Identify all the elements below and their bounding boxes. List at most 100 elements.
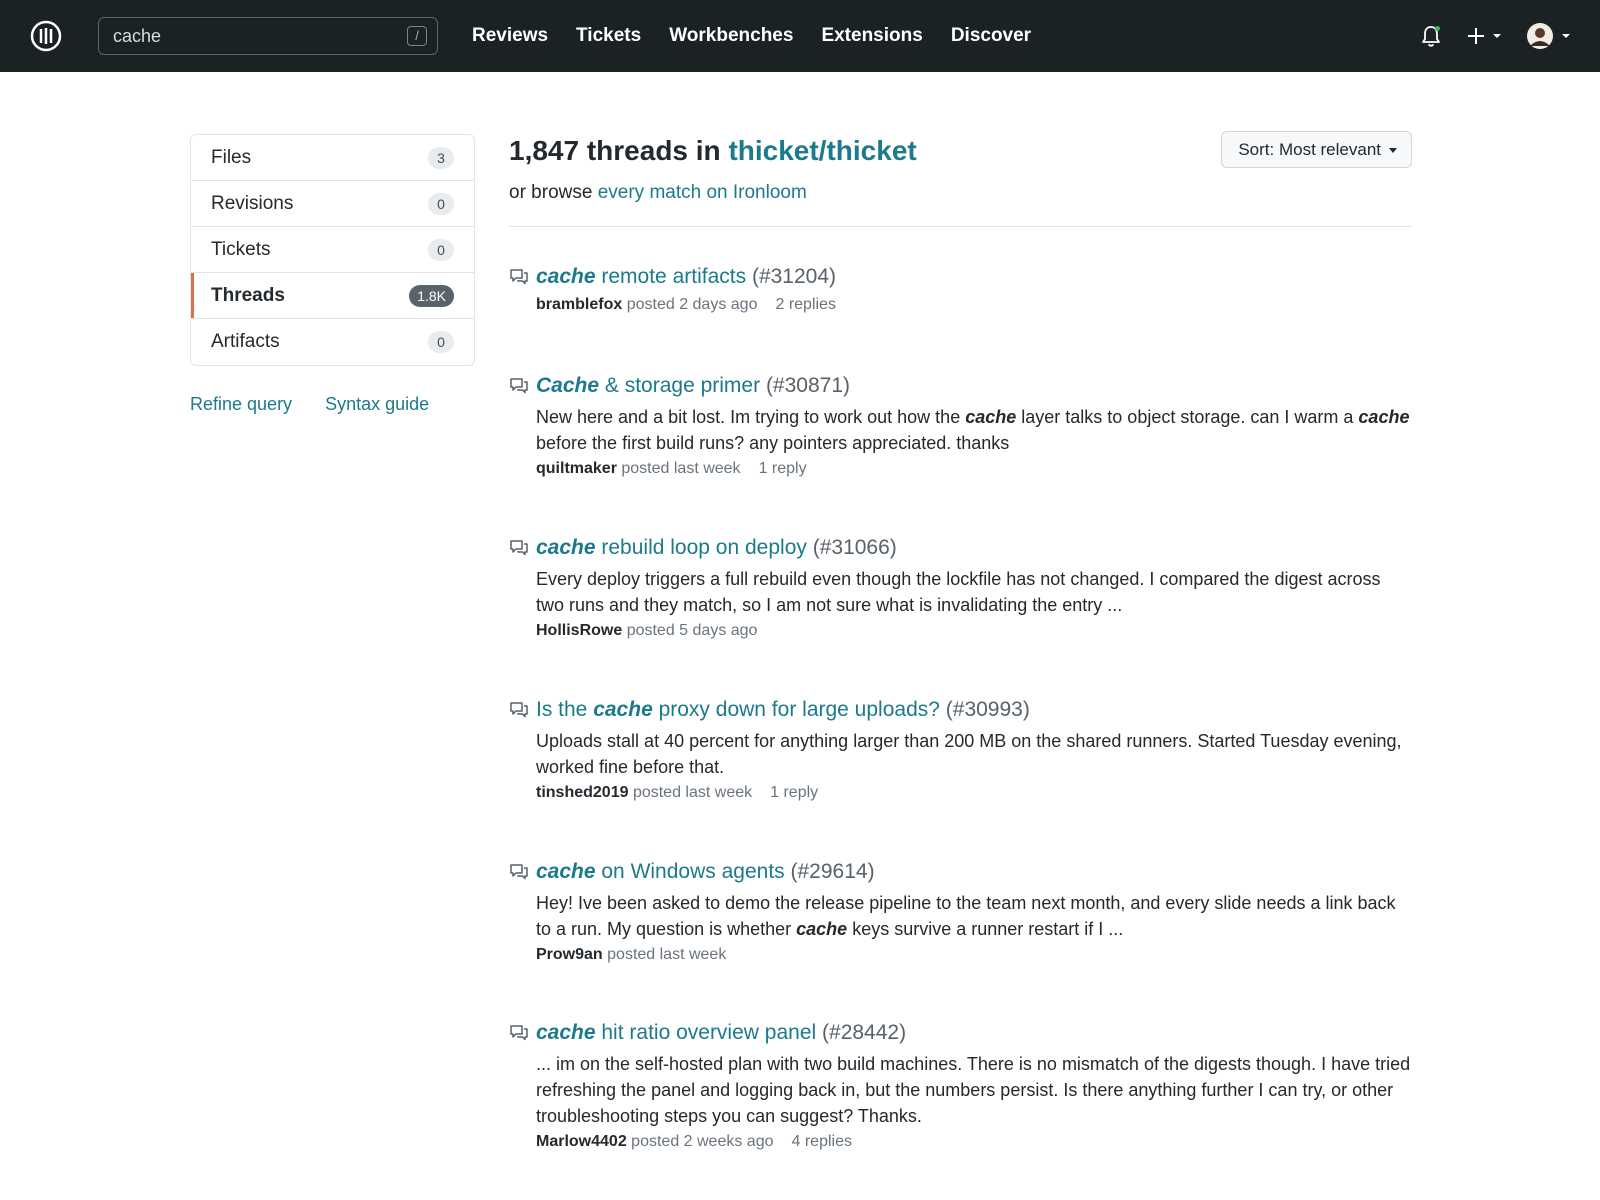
sidebar-item-label: Files (211, 146, 252, 168)
create-new-plus-icon[interactable] (1466, 24, 1506, 48)
posted-time: posted last week (621, 460, 741, 477)
author-link[interactable]: Marlow4402 (536, 1133, 627, 1150)
author-link[interactable]: Prow9an (536, 946, 603, 963)
notifications-bell-icon[interactable] (1420, 24, 1442, 48)
thread-title-link[interactable]: cache rebuild loop on deploy (536, 536, 807, 559)
user-avatar[interactable] (1526, 22, 1574, 50)
top-navbar: / Reviews Tickets Workbenches Extensions… (0, 0, 1600, 72)
nav-extensions[interactable]: Extensions (821, 25, 922, 47)
reply-count: 2 replies (775, 296, 836, 313)
thread-snippet: Uploads stall at 40 percent for anything… (536, 728, 1412, 780)
results-header: 1,847 threads in thicket/thicket or brow… (509, 131, 1412, 227)
thread-title-link[interactable]: cache on Windows agents (536, 860, 785, 883)
posted-time: posted last week (632, 784, 753, 801)
search-term-highlight: cache (796, 919, 848, 939)
snippet-text: Every deploy triggers a full rebuild eve… (536, 569, 1381, 615)
thread-meta: tinshed2019 posted last week 1 reply (536, 784, 1412, 802)
thread-number: (#31066) (812, 536, 897, 559)
thread-number: (#30871) (765, 374, 850, 397)
search-term-highlight: cache (965, 407, 1017, 427)
thread-number: (#31204) (751, 265, 837, 288)
sidebar-item-files[interactable]: Files 3 (191, 135, 474, 181)
browse-all-link[interactable]: every match on Ironloom (598, 182, 807, 203)
search-term-highlight: cache (536, 860, 596, 883)
search-input[interactable] (113, 18, 393, 54)
nav-discover[interactable]: Discover (951, 25, 1031, 47)
discussion-icon (509, 1024, 529, 1042)
nav-tickets[interactable]: Tickets (576, 25, 641, 47)
discussion-icon (509, 539, 529, 557)
thread-snippet: Hey! Ive been asked to demo the release … (536, 890, 1412, 942)
search-term-highlight: cache (593, 698, 653, 721)
count-badge: 1.8K (409, 285, 454, 307)
reply-count: 1 reply (758, 460, 807, 477)
search-box[interactable]: / (98, 17, 438, 55)
sort-label: Sort: Most relevant (1238, 140, 1381, 159)
thread-title: Is the cache proxy down for large upload… (536, 695, 1412, 725)
repo-link[interactable]: thicket/thicket (728, 135, 916, 166)
snippet-text: New here and a bit lost. Im trying to wo… (536, 407, 966, 427)
sort-dropdown[interactable]: Sort: Most relevant (1221, 131, 1412, 168)
search-term-highlight: cache (536, 265, 596, 288)
thread-result: Cache & storage primer (#30871) New here … (509, 371, 1412, 478)
browse-line: or browse every match on Ironloom (509, 182, 1412, 204)
author-link[interactable]: quiltmaker (536, 460, 617, 477)
thread-title-link[interactable]: Is the cache proxy down for large upload… (536, 698, 940, 721)
thread-snippet: New here and a bit lost. Im trying to wo… (536, 404, 1412, 456)
thread-title: cache on Windows agents (#29614) (536, 857, 1412, 887)
search-term-highlight: cache (1358, 407, 1410, 427)
thread-title-link[interactable]: cache hit ratio overview panel (536, 1021, 816, 1044)
sidebar-item-tickets[interactable]: Tickets 0 (191, 227, 474, 273)
thread-title: cache rebuild loop on deploy (#31066) (536, 533, 1412, 563)
reply-count: 1 reply (770, 784, 819, 801)
thread-meta: bramblefox posted 2 days ago 2 replies (536, 296, 1412, 314)
nav-workbenches[interactable]: Workbenches (669, 25, 793, 47)
title-text: & storage primer (599, 374, 761, 397)
thread-title-link[interactable]: Cache & storage primer (536, 374, 760, 397)
thread-number: (#28442) (822, 1021, 907, 1044)
title-text: Is the (536, 698, 594, 721)
title-text: on Windows agents (595, 860, 785, 883)
discussion-icon (509, 268, 529, 286)
posted-time: posted last week (607, 946, 727, 963)
sidebar-item-threads[interactable]: Threads 1.8K (191, 273, 474, 319)
reply-count: 4 replies (791, 1133, 852, 1150)
thread-result: cache rebuild loop on deploy (#31066) Eve… (509, 533, 1412, 640)
count-badge: 0 (428, 331, 454, 353)
thread-title: Cache & storage primer (#30871) (536, 371, 1412, 401)
main-nav: Reviews Tickets Workbenches Extensions D… (472, 0, 1059, 72)
thread-meta: quiltmaker posted last week 1 reply (536, 460, 1412, 478)
discussion-icon (509, 701, 529, 719)
divider (509, 226, 1412, 227)
thread-snippet: ... im on the self-hosted plan with two … (536, 1051, 1412, 1129)
author-link[interactable]: HollisRowe (536, 622, 622, 639)
author-link[interactable]: bramblefox (536, 296, 622, 313)
count-badge: 0 (428, 239, 454, 261)
thread-title-link[interactable]: cache remote artifacts (536, 265, 746, 288)
posted-time: posted 2 days ago (626, 296, 758, 313)
sidebar-item-revisions[interactable]: Revisions 0 (191, 181, 474, 227)
logo-icon[interactable] (30, 20, 62, 52)
sidebar-item-artifacts[interactable]: Artifacts 0 (191, 319, 474, 365)
search-term-highlight: cache (536, 536, 596, 559)
snippet-text: before the first build runs? any pointer… (536, 433, 1010, 453)
snippet-text: Uploads stall at 40 percent for anything… (536, 731, 1402, 777)
browse-prefix: or browse (509, 182, 598, 203)
author-link[interactable]: tinshed2019 (536, 784, 628, 801)
sidebar-item-label: Threads (211, 284, 285, 306)
chevron-down-icon (1389, 148, 1397, 153)
thread-number: (#29614) (790, 860, 875, 883)
thread-result: cache hit ratio overview panel (#28442).… (509, 1018, 1412, 1151)
nav-reviews[interactable]: Reviews (472, 25, 548, 47)
thread-meta: Prow9an posted last week (536, 946, 1412, 964)
refine-query-link[interactable]: Refine query (190, 394, 292, 414)
sidebar-item-label: Tickets (211, 238, 271, 260)
title-text: hit ratio overview panel (595, 1021, 817, 1044)
count-badge: 3 (428, 147, 454, 169)
thread-result: cache remote artifacts (#31204) bramblefo… (509, 262, 1412, 314)
search-type-menu: Files 3 Revisions 0 Tickets 0 Threads 1.8K Artif… (190, 134, 475, 366)
search-term-highlight: cache (536, 1021, 596, 1044)
thread-number: (#30993) (945, 698, 1030, 721)
posted-time: posted 5 days ago (626, 622, 758, 639)
syntax-guide-link[interactable]: Syntax guide (325, 394, 429, 414)
